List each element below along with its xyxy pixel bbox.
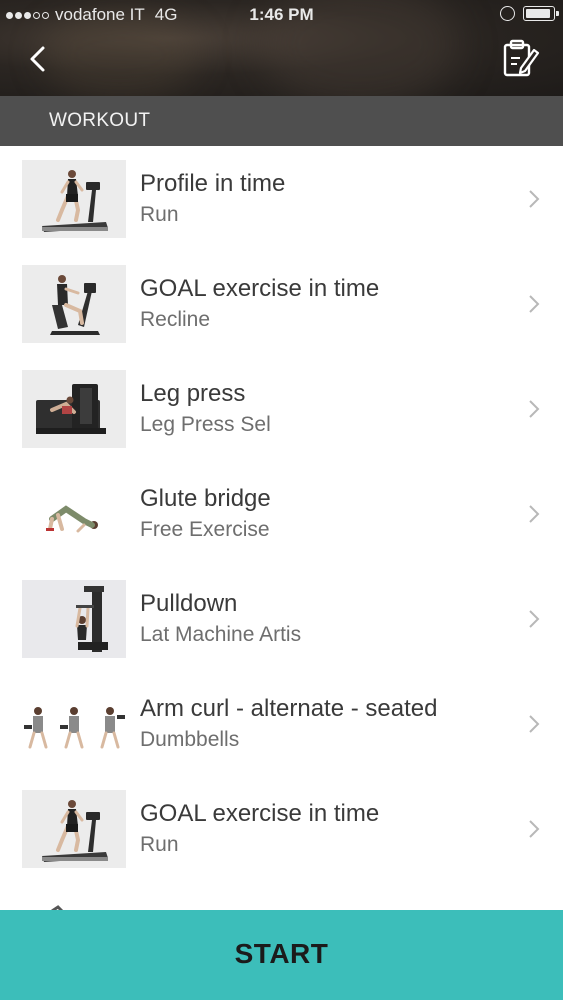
exercise-item[interactable]: Glute bridge Free Exercise (0, 461, 563, 566)
chevron-right-icon (529, 190, 540, 208)
section-header: WORKOUT (0, 96, 563, 146)
recumbent-bike-thumbnail (22, 265, 126, 343)
exercise-item-partial[interactable] (0, 881, 563, 910)
exercise-list[interactable]: Profile in time Run GOAL exercise in tim… (0, 146, 563, 910)
section-title: WORKOUT (49, 110, 151, 131)
glute-bridge-thumbnail (22, 475, 126, 553)
exercise-equipment: Run (140, 203, 179, 226)
app-header: vodafone IT 4G 1:46 PM (0, 0, 563, 96)
start-button[interactable]: START (0, 910, 563, 1000)
exercise-equipment: Free Exercise (140, 518, 270, 541)
exercise-item[interactable]: GOAL exercise in time Run (0, 776, 563, 881)
lat-machine-thumbnail (22, 580, 126, 658)
chevron-right-icon (529, 505, 540, 523)
status-time: 1:46 PM (249, 5, 314, 24)
exercise-equipment: Leg Press Sel (140, 413, 271, 436)
exercise-item[interactable]: Pulldown Lat Machine Artis (0, 566, 563, 671)
exercise-title: GOAL exercise in time (140, 800, 380, 827)
orientation-lock-icon (500, 6, 515, 21)
dumbbell-curl-thumbnail (22, 685, 126, 763)
back-button[interactable] (24, 42, 54, 76)
exercise-equipment: Run (140, 833, 179, 856)
treadmill-thumbnail (22, 160, 126, 238)
clipboard-button[interactable] (501, 38, 541, 80)
exercise-title: Glute bridge (140, 485, 271, 512)
exercise-title: GOAL exercise in time (140, 275, 380, 302)
leg-press-thumbnail (22, 370, 126, 448)
exercise-title: Profile in time (140, 170, 286, 197)
status-bar: vodafone IT 4G 1:46 PM (0, 0, 563, 32)
start-label: START (234, 938, 329, 969)
battery-icon (523, 6, 559, 21)
exercise-title: Arm curl - alternate - seated (140, 695, 438, 722)
exercise-equipment: Lat Machine Artis (140, 623, 302, 646)
treadmill-thumbnail (22, 790, 126, 868)
chevron-right-icon (529, 295, 540, 313)
exercise-item[interactable]: Profile in time Run (0, 146, 563, 251)
exercise-equipment: Dumbbells (140, 728, 240, 751)
exercise-item[interactable]: Leg press Leg Press Sel (0, 356, 563, 461)
chevron-right-icon (529, 820, 540, 838)
exercise-equipment: Recline (140, 308, 211, 331)
chevron-right-icon (529, 400, 540, 418)
clipboard-edit-icon (503, 39, 540, 77)
exercise-item[interactable]: GOAL exercise in time Recline (0, 251, 563, 356)
chevron-right-icon (529, 610, 540, 628)
chevron-left-icon (30, 46, 45, 72)
exercise-title: Leg press (140, 380, 246, 407)
exercise-item[interactable]: Arm curl - alternate - seated Dumbbells (0, 671, 563, 776)
chevron-right-icon (529, 715, 540, 733)
exercise-title: Pulldown (140, 590, 238, 617)
status-right (500, 6, 559, 21)
